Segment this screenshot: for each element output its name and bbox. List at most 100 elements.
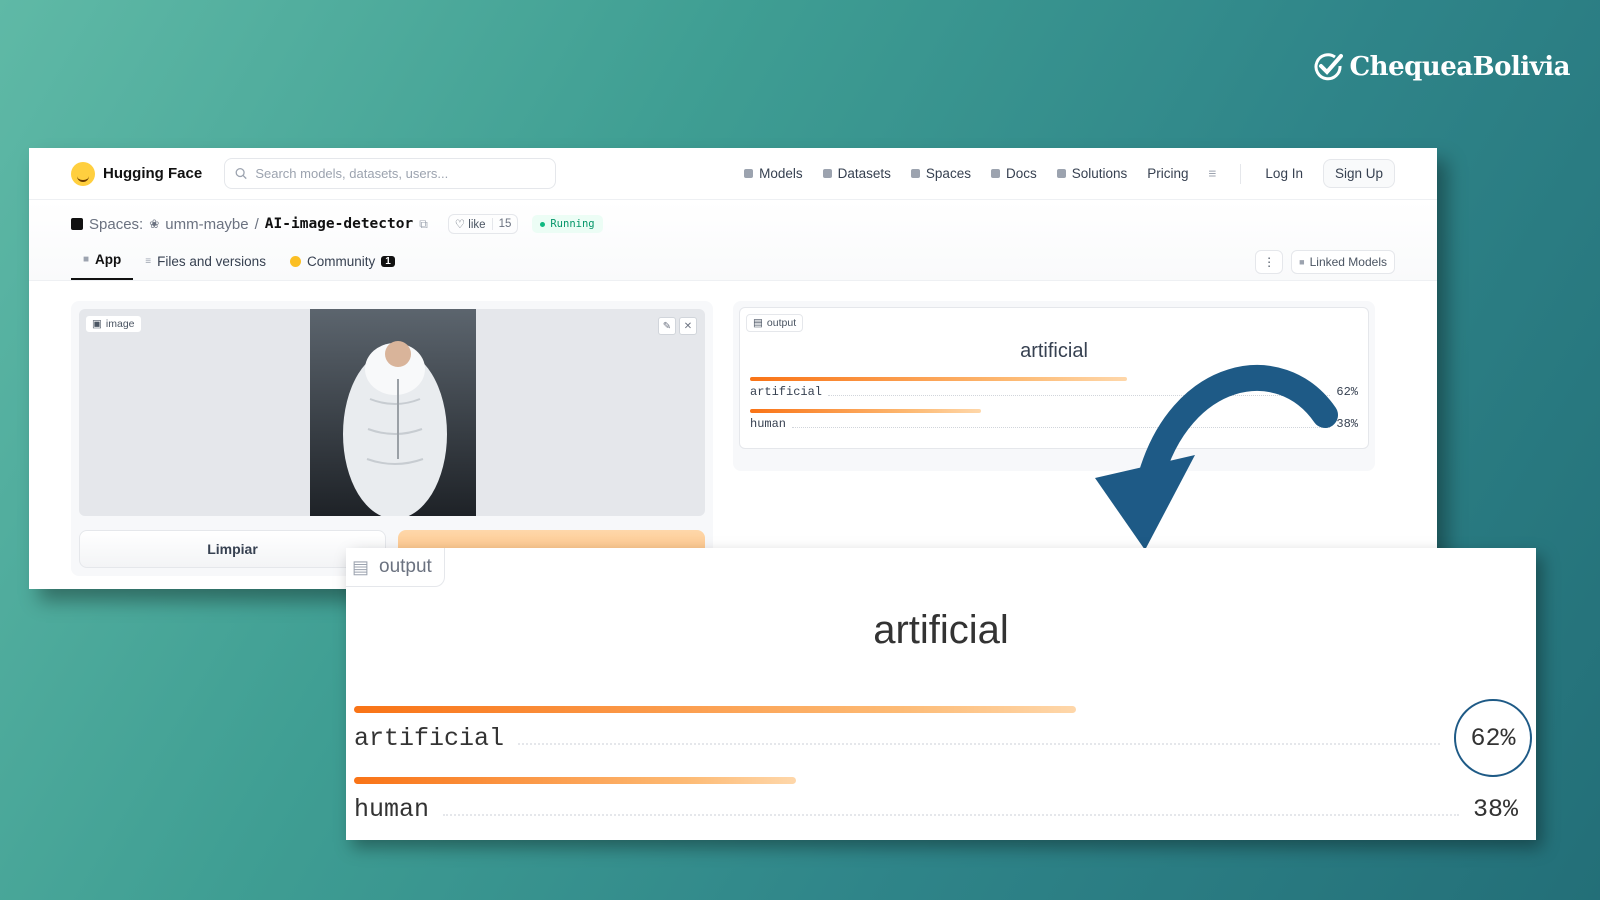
space-header: Spaces: ❀ umm-maybe / AI-image-detector … — [29, 200, 1437, 281]
chart-icon: ▤ — [753, 317, 763, 329]
breadcrumb: Spaces: ❀ umm-maybe / AI-image-detector … — [71, 212, 1395, 236]
image-upload[interactable]: ▣ image ✎ ✕ — [79, 309, 705, 516]
zoom-label-row: artificial 62% — [354, 699, 1532, 777]
zoom-confidence-bar — [354, 706, 1076, 713]
highlight-circle: 62% — [1454, 699, 1532, 777]
input-panel: ▣ image ✎ ✕ Limpiar — [71, 301, 713, 576]
community-count-badge: 1 — [381, 256, 395, 267]
like-label: ♡ like — [454, 219, 486, 231]
confidence-bar — [750, 409, 982, 413]
status-text: Running — [550, 218, 595, 230]
confidence-bar — [750, 377, 1127, 381]
path-separator: / — [254, 215, 259, 233]
login-link[interactable]: Log In — [1265, 166, 1303, 181]
check-icon — [1315, 53, 1344, 81]
community-icon — [289, 256, 301, 267]
uploaded-photo — [310, 309, 476, 516]
nav-solutions-label: Solutions — [1071, 166, 1128, 181]
nav-datasets[interactable]: Datasets — [822, 166, 891, 181]
zoom-prediction-label: artificial — [873, 608, 1009, 652]
like-count: 15 — [491, 218, 518, 230]
like-text: like — [468, 219, 486, 231]
label-name: human — [750, 417, 787, 431]
brand-name: ChequeaBolivia — [1349, 52, 1570, 82]
docs-icon — [990, 169, 1000, 178]
nav-datasets-label: Datasets — [837, 166, 891, 181]
zoomed-output: ▤ output artificial artificial 62% human… — [346, 548, 1536, 840]
tab-community[interactable]: Community 1 — [278, 254, 407, 280]
nav-divider — [1240, 163, 1242, 184]
nav-docs[interactable]: Docs — [990, 166, 1037, 181]
search-input[interactable] — [255, 166, 546, 181]
nav-models-label: Models — [759, 166, 803, 181]
chart-icon: ▤ — [352, 556, 370, 577]
tabs-actions: ⋮ ■ Linked Models — [1255, 250, 1395, 280]
output-tag-label: output — [766, 317, 797, 329]
zoom-label-name: artificial — [354, 723, 505, 753]
nav-pricing-label: Pricing — [1147, 166, 1189, 181]
hf-logo-text: Hugging Face — [103, 165, 203, 182]
zoom-label-list: artificial 62% human 38% — [354, 699, 1532, 848]
tabs-row: ■ App ≡ Files and versions Community 1 ⋮ ■ L… — [71, 244, 1395, 280]
tab-files[interactable]: ≡ Files and versions — [133, 254, 278, 280]
edit-icon[interactable]: ✎ — [658, 317, 676, 335]
zoom-dotted-leader — [443, 802, 1459, 816]
zoom-dotted-leader — [518, 731, 1440, 745]
like-button[interactable]: ♡ like 15 — [447, 214, 519, 234]
nav-models[interactable]: Models — [744, 166, 803, 181]
zoom-label-percent: 38% — [1472, 794, 1518, 824]
nav-links: Models Datasets Spaces Docs Solutions Pr… — [744, 159, 1395, 188]
nav-solutions[interactable]: Solutions — [1056, 166, 1128, 181]
solutions-icon — [1056, 169, 1066, 178]
models-icon — [744, 169, 754, 178]
tab-community-label: Community — [306, 254, 376, 269]
tab-app-label: App — [95, 252, 122, 267]
nav-spaces-label: Spaces — [925, 166, 971, 181]
zoom-output-tag: ▤ output — [346, 548, 445, 587]
status-badge: Running — [532, 215, 603, 233]
zoom-label-row: human 38% — [354, 792, 1518, 826]
linked-models-button[interactable]: ■ Linked Models — [1291, 250, 1395, 274]
hf-logo[interactable]: Hugging Face — [71, 161, 203, 186]
status-dot-icon — [540, 221, 546, 227]
linked-models-label: Linked Models — [1309, 255, 1387, 269]
zoom-confidence-bar — [354, 777, 797, 784]
app-icon: ■ — [83, 254, 90, 265]
search-icon — [235, 167, 247, 180]
repo-name[interactable]: AI-image-detector — [265, 216, 413, 232]
owner-avatar-icon: ❀ — [149, 217, 160, 231]
zoom-output-tag-label: output — [379, 556, 432, 577]
spaces-icon — [910, 169, 920, 178]
more-menu-icon[interactable]: ≡ — [1209, 166, 1217, 181]
output-tag: ▤ output — [746, 314, 804, 332]
linked-models-icon: ■ — [1299, 257, 1305, 267]
datasets-icon — [822, 169, 832, 178]
top-nav: Hugging Face Models Datasets Spaces Docs… — [29, 148, 1437, 200]
kebab-menu-icon[interactable]: ⋮ — [1255, 250, 1284, 274]
copy-icon[interactable]: ⧉ — [419, 217, 428, 232]
curved-arrow-icon — [1095, 365, 1338, 550]
close-icon[interactable]: ✕ — [679, 317, 697, 335]
nav-spaces[interactable]: Spaces — [910, 166, 971, 181]
zoom-label-percent: 62% — [1470, 723, 1516, 753]
image-tag-label: image — [105, 318, 135, 330]
signup-button[interactable]: Sign Up — [1322, 159, 1395, 188]
spaces-grid-icon — [71, 218, 83, 230]
zoom-label-name: human — [354, 794, 430, 824]
nav-pricing[interactable]: Pricing — [1147, 166, 1188, 181]
photo-subject — [310, 309, 476, 516]
search-box[interactable] — [224, 158, 557, 189]
image-tag: ▣ image — [85, 315, 142, 333]
tab-files-label: Files and versions — [157, 254, 266, 269]
nav-docs-label: Docs — [1005, 166, 1037, 181]
owner-link[interactable]: umm-maybe — [165, 216, 248, 233]
files-icon: ≡ — [145, 256, 152, 267]
image-icon: ▣ — [92, 318, 102, 330]
spaces-label: Spaces: — [89, 215, 144, 233]
brand-logo: ChequeaBolivia — [1313, 52, 1570, 82]
image-tools: ✎ ✕ — [658, 317, 697, 335]
hugging-face-icon — [71, 161, 95, 186]
tab-app[interactable]: ■ App — [71, 252, 134, 280]
label-name: artificial — [750, 385, 823, 399]
clear-button[interactable]: Limpiar — [79, 530, 386, 568]
